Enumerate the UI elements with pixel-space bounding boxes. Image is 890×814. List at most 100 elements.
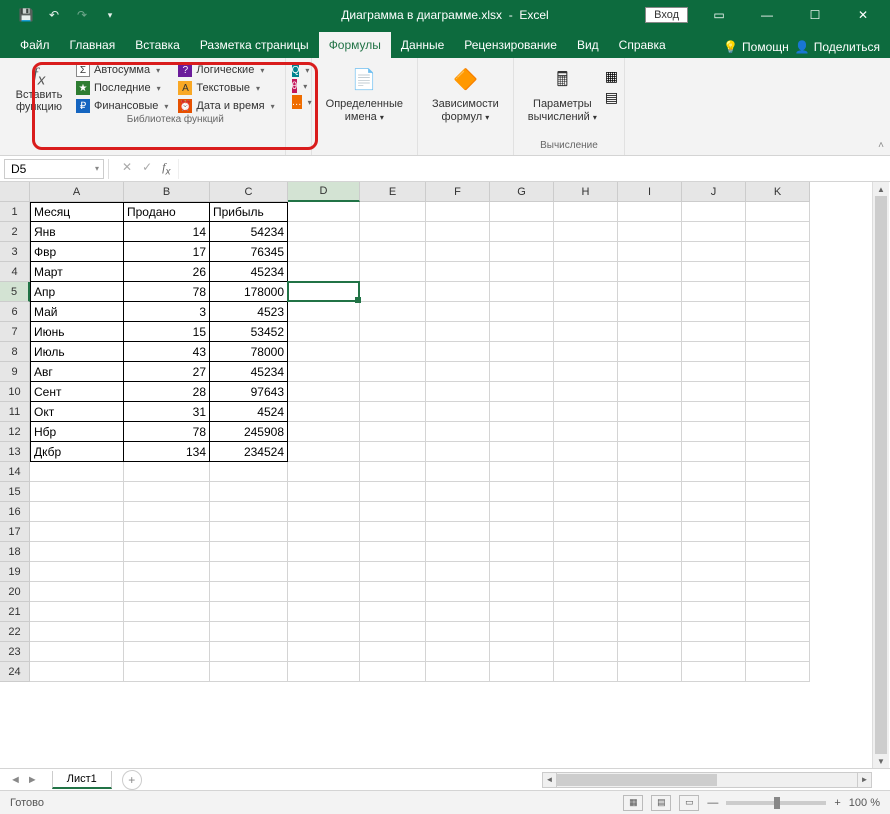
cell[interactable]: [360, 642, 426, 662]
cell[interactable]: [682, 342, 746, 362]
cell[interactable]: [554, 402, 618, 422]
cell[interactable]: [360, 402, 426, 422]
cell[interactable]: [554, 222, 618, 242]
cell[interactable]: [360, 262, 426, 282]
cell[interactable]: [618, 342, 682, 362]
row-header[interactable]: 24: [0, 662, 30, 682]
row-header[interactable]: 10: [0, 382, 30, 402]
cell[interactable]: [124, 462, 210, 482]
cell[interactable]: [618, 222, 682, 242]
cell[interactable]: [682, 462, 746, 482]
column-header[interactable]: K: [746, 182, 810, 202]
cell[interactable]: [30, 522, 124, 542]
cell[interactable]: [554, 462, 618, 482]
cell[interactable]: [682, 302, 746, 322]
fx-bar-icon[interactable]: fx: [162, 160, 170, 177]
cell[interactable]: [490, 622, 554, 642]
cell[interactable]: [360, 302, 426, 322]
cell[interactable]: [554, 642, 618, 662]
row-header[interactable]: 8: [0, 342, 30, 362]
column-header[interactable]: H: [554, 182, 618, 202]
row-header[interactable]: 3: [0, 242, 30, 262]
cell[interactable]: [360, 442, 426, 462]
cell[interactable]: [124, 482, 210, 502]
cell[interactable]: Месяц: [30, 202, 124, 222]
cell[interactable]: [426, 622, 490, 642]
cell[interactable]: [746, 202, 810, 222]
hscroll-thumb[interactable]: [557, 774, 717, 786]
cell[interactable]: [490, 342, 554, 362]
cell[interactable]: 78000: [210, 342, 288, 362]
cell[interactable]: [288, 562, 360, 582]
cell[interactable]: [554, 442, 618, 462]
cell[interactable]: [618, 582, 682, 602]
cell[interactable]: [288, 462, 360, 482]
cell[interactable]: Март: [30, 262, 124, 282]
cell[interactable]: 14: [124, 222, 210, 242]
cell[interactable]: [554, 622, 618, 642]
cell[interactable]: [554, 322, 618, 342]
cell[interactable]: [490, 282, 554, 302]
row-header[interactable]: 13: [0, 442, 30, 462]
cell[interactable]: [618, 462, 682, 482]
select-all-corner[interactable]: [0, 182, 30, 202]
cell[interactable]: [618, 542, 682, 562]
cell[interactable]: [682, 282, 746, 302]
tab-data[interactable]: Данные: [391, 32, 454, 58]
cell[interactable]: [288, 342, 360, 362]
cell[interactable]: [490, 422, 554, 442]
horizontal-scrollbar[interactable]: ◄ ►: [542, 772, 872, 788]
cell[interactable]: [746, 222, 810, 242]
cell[interactable]: [554, 202, 618, 222]
formula-auditing-button[interactable]: 🔶 Зависимости формул ▾: [424, 62, 507, 126]
cell[interactable]: [288, 542, 360, 562]
cell[interactable]: [618, 482, 682, 502]
cell[interactable]: [360, 462, 426, 482]
row-header[interactable]: 1: [0, 202, 30, 222]
cell[interactable]: 43: [124, 342, 210, 362]
cell[interactable]: [554, 362, 618, 382]
cell[interactable]: [618, 442, 682, 462]
cell[interactable]: [746, 462, 810, 482]
autosum-button[interactable]: ΣАвтосумма: [72, 62, 172, 78]
cell[interactable]: [210, 622, 288, 642]
name-box[interactable]: D5: [4, 159, 104, 179]
cell[interactable]: [682, 582, 746, 602]
minimize-icon[interactable]: —: [750, 0, 784, 30]
cell[interactable]: [360, 562, 426, 582]
cell[interactable]: [30, 502, 124, 522]
cell[interactable]: Май: [30, 302, 124, 322]
cell[interactable]: 97643: [210, 382, 288, 402]
cell[interactable]: [682, 262, 746, 282]
cell[interactable]: [682, 362, 746, 382]
column-header[interactable]: D: [288, 182, 360, 202]
row-header[interactable]: 4: [0, 262, 30, 282]
tab-help[interactable]: Справка: [609, 32, 676, 58]
cell[interactable]: [426, 262, 490, 282]
cell[interactable]: [288, 442, 360, 462]
cell[interactable]: [554, 422, 618, 442]
cell[interactable]: 4524: [210, 402, 288, 422]
cell[interactable]: [210, 522, 288, 542]
cell[interactable]: [360, 362, 426, 382]
cell[interactable]: [746, 482, 810, 502]
cell[interactable]: [746, 282, 810, 302]
row-header[interactable]: 22: [0, 622, 30, 642]
cell[interactable]: [288, 622, 360, 642]
cell[interactable]: [426, 302, 490, 322]
cell[interactable]: [554, 342, 618, 362]
column-header[interactable]: A: [30, 182, 124, 202]
cell[interactable]: [124, 602, 210, 622]
cell[interactable]: [30, 602, 124, 622]
cell[interactable]: [124, 542, 210, 562]
cell[interactable]: [554, 542, 618, 562]
tab-view[interactable]: Вид: [567, 32, 609, 58]
cell[interactable]: [682, 502, 746, 522]
cell[interactable]: [490, 522, 554, 542]
cell[interactable]: [360, 342, 426, 362]
view-pagebreak-icon[interactable]: ▭: [679, 795, 699, 811]
cell[interactable]: [618, 642, 682, 662]
cell[interactable]: 234524: [210, 442, 288, 462]
cell[interactable]: [554, 242, 618, 262]
cell[interactable]: [360, 602, 426, 622]
